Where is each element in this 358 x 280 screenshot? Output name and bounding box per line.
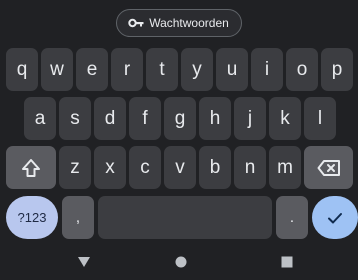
key-w[interactable]: w	[41, 48, 73, 91]
backspace-key[interactable]	[304, 146, 353, 189]
navigation-bar	[0, 246, 358, 280]
key-z[interactable]: z	[59, 146, 91, 189]
key-s[interactable]: s	[59, 97, 91, 140]
backspace-icon	[317, 159, 340, 176]
period-key[interactable]: .	[276, 196, 308, 239]
space-key[interactable]	[98, 196, 272, 239]
symbols-key[interactable]: ?123	[6, 196, 58, 239]
back-triangle-icon[interactable]	[77, 256, 91, 268]
key-d[interactable]: d	[94, 97, 126, 140]
comma-key[interactable]: ,	[62, 196, 94, 239]
key-f[interactable]: f	[129, 97, 161, 140]
passwords-chip[interactable]: Wachtwoorden	[116, 9, 242, 37]
key-t[interactable]: t	[146, 48, 178, 91]
passwords-chip-label: Wachtwoorden	[149, 16, 229, 30]
suggestion-bar: Wachtwoorden	[0, 0, 358, 46]
key-c[interactable]: c	[129, 146, 161, 189]
key-r[interactable]: r	[111, 48, 143, 91]
key-p[interactable]: p	[321, 48, 353, 91]
checkmark-icon	[328, 212, 342, 223]
key-i[interactable]: i	[251, 48, 283, 91]
key-h[interactable]: h	[199, 97, 231, 140]
key-n[interactable]: n	[234, 146, 266, 189]
key-u[interactable]: u	[216, 48, 248, 91]
shift-key[interactable]	[6, 146, 56, 189]
home-circle-icon[interactable]	[175, 256, 187, 268]
key-e[interactable]: e	[76, 48, 108, 91]
key-j[interactable]: j	[234, 97, 266, 140]
key-k[interactable]: k	[269, 97, 301, 140]
key-a[interactable]: a	[24, 97, 56, 140]
key-l[interactable]: l	[304, 97, 336, 140]
key-g[interactable]: g	[164, 97, 196, 140]
key-m[interactable]: m	[269, 146, 301, 189]
enter-key[interactable]	[312, 196, 358, 239]
key-v[interactable]: v	[164, 146, 196, 189]
key-o[interactable]: o	[286, 48, 318, 91]
key-y[interactable]: y	[181, 48, 213, 91]
shift-icon	[22, 158, 40, 177]
key-q[interactable]: q	[6, 48, 38, 91]
key-x[interactable]: x	[94, 146, 126, 189]
recents-square-icon[interactable]	[281, 256, 293, 268]
key-icon	[128, 18, 144, 28]
key-b[interactable]: b	[199, 146, 231, 189]
